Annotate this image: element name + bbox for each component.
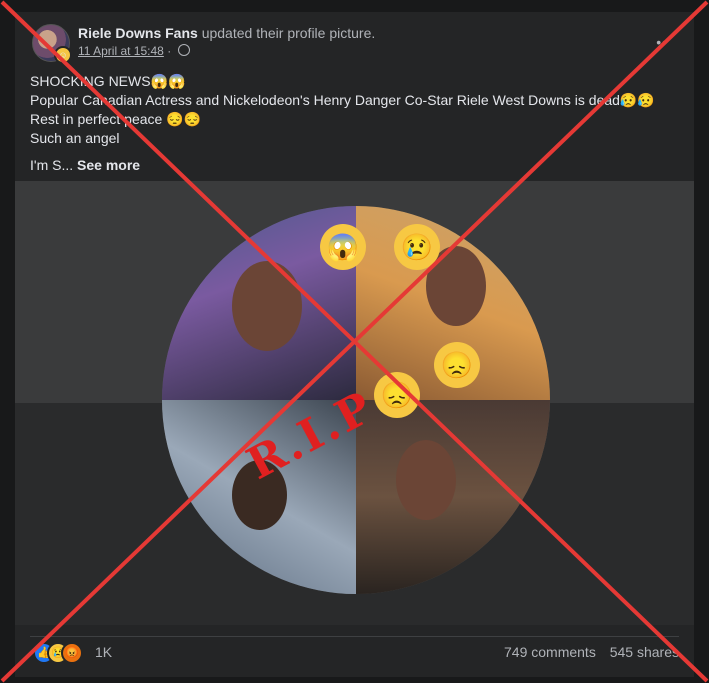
- post-text-line: Rest in perfect peace 😔😔: [30, 111, 202, 127]
- profile-badge-icon: ☺: [54, 46, 72, 64]
- see-more-link[interactable]: See more: [77, 157, 140, 173]
- globe-icon: [177, 44, 190, 56]
- disappointed-emoji-icon: 😞: [434, 342, 480, 388]
- footer-divider: [30, 636, 679, 637]
- post-action-text: updated their profile picture.: [201, 25, 376, 41]
- collage-photo-4: [356, 400, 550, 594]
- shares-count-link[interactable]: 545 shares: [610, 644, 679, 660]
- post-card: ☺ Riele Downs Fans updated their profile…: [15, 12, 694, 677]
- face-shape: [232, 261, 302, 351]
- post-header: Riele Downs Fans updated their profile p…: [78, 25, 375, 41]
- post-text-truncated: I'm S... See more: [30, 157, 141, 173]
- post-text-line: Popular Canadian Actress and Nickelodeon…: [30, 92, 655, 108]
- reaction-count[interactable]: 1K: [95, 644, 112, 660]
- engagement-stats: 749 comments 545 shares: [504, 644, 679, 660]
- post-text-line: Such an angel: [30, 130, 120, 146]
- angry-reaction-icon: 😡: [61, 642, 83, 664]
- shocked-emoji-icon: 😱: [320, 224, 366, 270]
- disappointed-emoji-icon: 😞: [374, 372, 420, 418]
- timestamp-link[interactable]: 11 April at 15:48: [78, 44, 164, 58]
- more-options-icon[interactable]: ••: [656, 34, 668, 50]
- comments-count-link[interactable]: 749 comments: [504, 644, 596, 660]
- post-text-line: SHOCKING NEWS😱😱: [30, 73, 186, 89]
- post-meta: 11 April at 15:48 ·: [78, 44, 190, 58]
- sad-emoji-icon: 😢: [394, 224, 440, 270]
- post-text: SHOCKING NEWS😱😱 Popular Canadian Actress…: [30, 72, 670, 175]
- page-avatar[interactable]: ☺: [32, 24, 72, 64]
- page-name-link[interactable]: Riele Downs Fans: [78, 25, 198, 41]
- face-shape: [396, 440, 456, 520]
